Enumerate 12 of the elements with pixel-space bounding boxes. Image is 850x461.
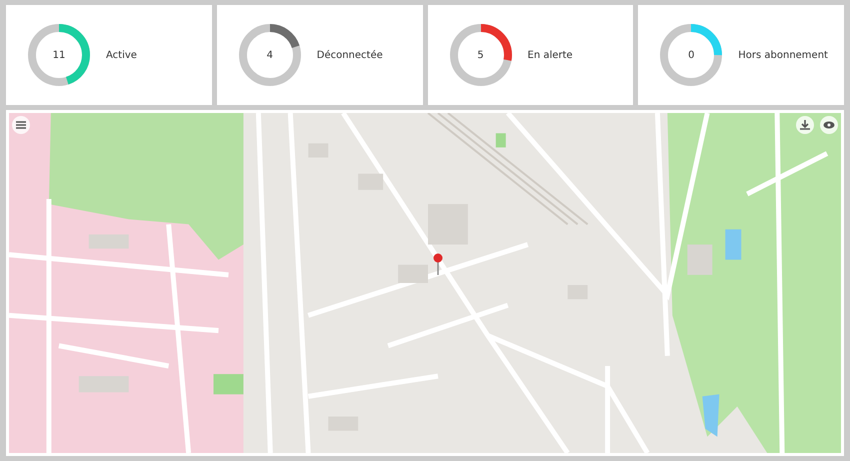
status-count: 11 xyxy=(52,50,66,60)
status-count: 0 xyxy=(688,50,694,60)
status-label: Hors abonnement xyxy=(738,50,828,60)
status-count: 4 xyxy=(266,50,273,60)
eye-icon xyxy=(823,121,835,129)
status-label: Déconnectée xyxy=(316,50,383,60)
status-label: Active xyxy=(106,50,137,60)
status-count: 5 xyxy=(477,50,484,60)
download-icon xyxy=(800,120,810,130)
status-label: En alerte xyxy=(528,50,573,60)
map-pin-icon xyxy=(433,253,443,275)
menu-icon xyxy=(16,121,26,129)
